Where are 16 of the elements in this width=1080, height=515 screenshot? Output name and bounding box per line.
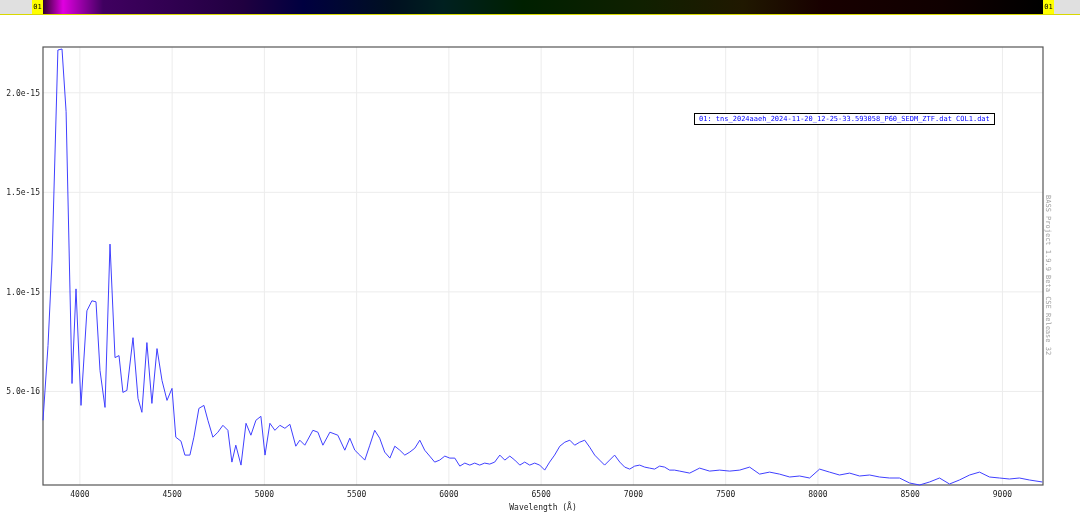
x-tick-label: 8500 xyxy=(900,490,920,499)
x-tick-label: 6000 xyxy=(439,490,459,499)
x-tick-label: 7500 xyxy=(716,490,736,499)
x-tick-label: 5500 xyxy=(347,490,367,499)
x-tick-label: 7000 xyxy=(623,490,644,499)
y-tick-label: 1.0e-15 xyxy=(6,287,40,297)
y-tick-label: 1.5e-15 xyxy=(6,188,40,198)
x-axis-title: Wavelength (Å) xyxy=(509,503,577,512)
x-tick-label: 4500 xyxy=(162,490,182,499)
x-tick-label: 8000 xyxy=(808,490,828,499)
x-tick-label: 9000 xyxy=(992,490,1013,499)
y-tick-label: 5.0e-16 xyxy=(6,387,40,397)
x-tick-label: 5000 xyxy=(254,490,275,499)
y-tick-label: 2.0e-15 xyxy=(6,88,40,98)
x-tick-label: 6500 xyxy=(531,490,551,499)
x-tick-label: 4000 xyxy=(70,490,90,499)
